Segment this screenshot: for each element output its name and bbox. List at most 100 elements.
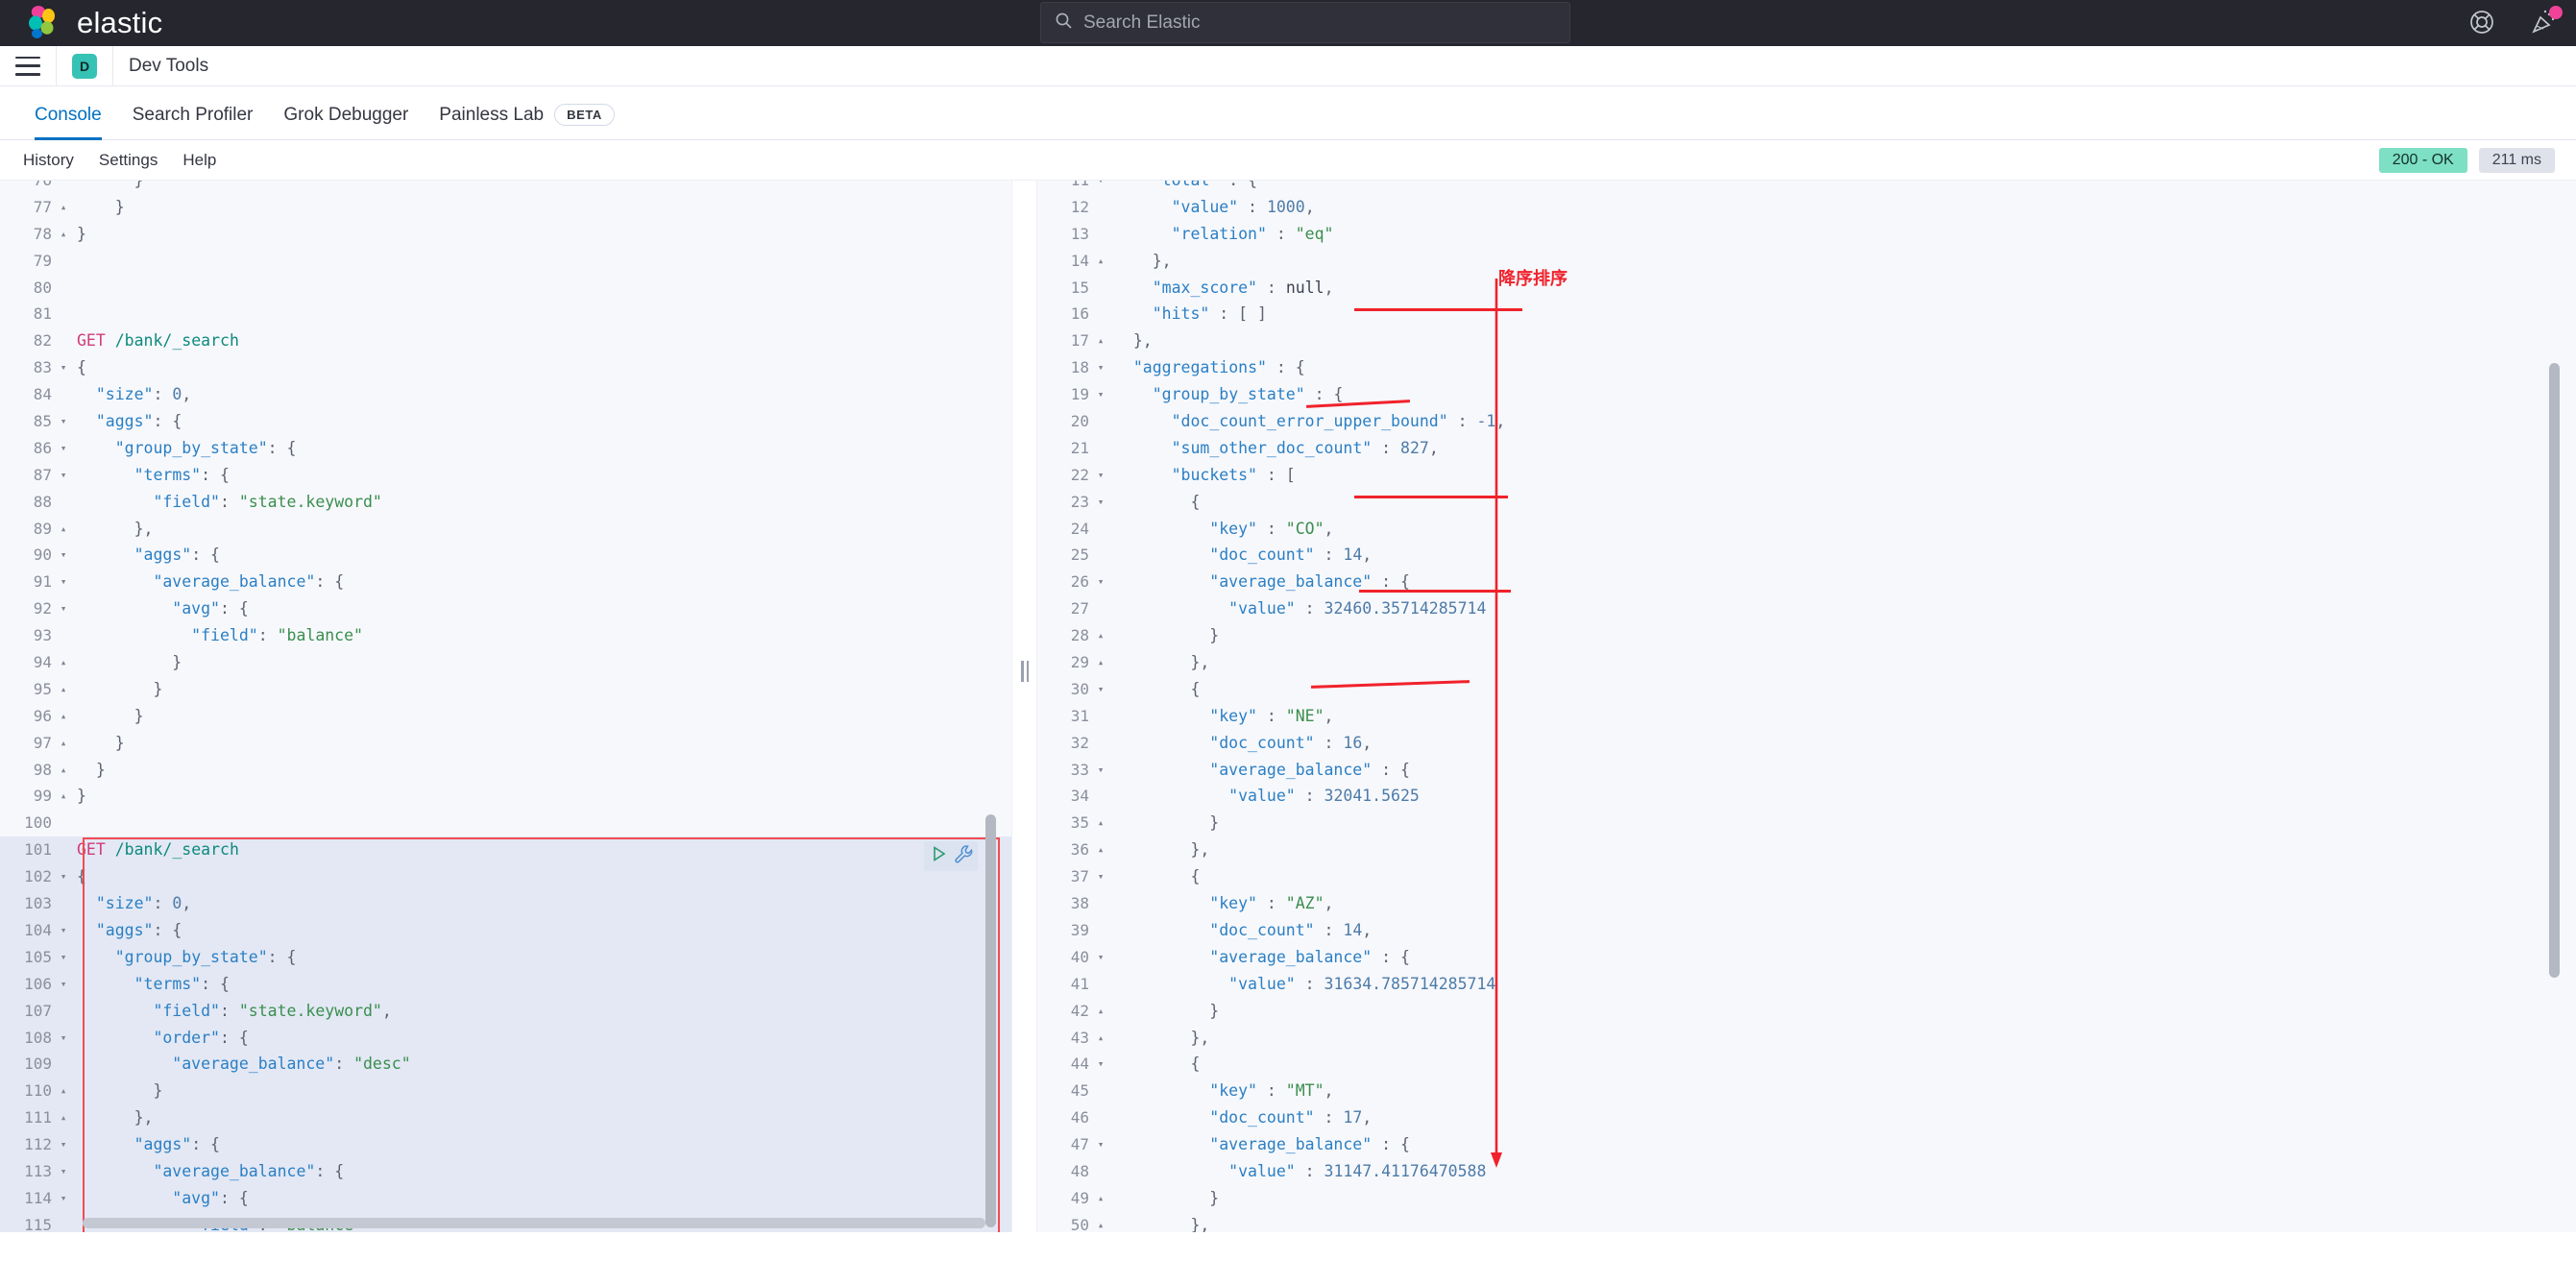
fold-toggle-icon[interactable]: ▾ xyxy=(1093,462,1108,489)
line-number: 82 xyxy=(0,327,56,354)
tab-console[interactable]: Console xyxy=(19,105,117,139)
request-actions[interactable] xyxy=(924,841,978,871)
fold-toggle-icon[interactable]: ▴ xyxy=(56,1104,71,1131)
panel-divider[interactable] xyxy=(1011,181,1036,1232)
response-output[interactable]: 11▾"total" : {12"value" : 1000,13"relati… xyxy=(1036,181,2576,1232)
fold-toggle-icon[interactable]: ▴ xyxy=(1093,649,1108,676)
fold-toggle-icon[interactable]: ▴ xyxy=(56,730,71,757)
request-editor[interactable]: 76}77▴}78▴}79808182GET /bank/_search83▾{… xyxy=(0,181,1011,1232)
fold-toggle-icon[interactable]: ▴ xyxy=(56,676,71,703)
code-line: 32"doc_count" : 16, xyxy=(1037,730,2576,757)
fold-toggle-icon[interactable]: ▴ xyxy=(1093,248,1108,275)
code-line: 105▾"group_by_state": { xyxy=(0,944,1011,971)
fold-toggle-icon[interactable]: ▾ xyxy=(56,917,71,944)
fold-toggle-icon[interactable]: ▾ xyxy=(56,863,71,890)
fold-toggle-icon[interactable]: ▴ xyxy=(56,757,71,784)
party-popper-icon[interactable] xyxy=(2530,9,2559,37)
fold-toggle-icon[interactable]: ▴ xyxy=(56,703,71,730)
code-text: "aggregations" : { xyxy=(1108,354,1305,381)
line-number: 50 xyxy=(1037,1212,1093,1232)
fold-toggle-icon[interactable]: ▾ xyxy=(56,354,71,381)
editor-vertical-scrollbar[interactable] xyxy=(985,814,996,1227)
hamburger-menu-icon[interactable] xyxy=(15,57,40,76)
line-number: 86 xyxy=(0,435,56,462)
fold-toggle-icon[interactable]: ▴ xyxy=(1093,836,1108,863)
fold-toggle-icon[interactable]: ▾ xyxy=(56,595,71,622)
fold-toggle-icon[interactable]: ▾ xyxy=(1093,757,1108,784)
breadcrumb[interactable]: Dev Tools xyxy=(129,56,208,77)
fold-toggle-icon[interactable]: ▴ xyxy=(1093,810,1108,836)
fold-toggle-icon[interactable]: ▾ xyxy=(56,1158,71,1185)
fold-toggle-icon[interactable]: ▾ xyxy=(1093,569,1108,595)
global-search[interactable] xyxy=(1040,2,1570,43)
fold-toggle-icon[interactable]: ▾ xyxy=(1093,354,1108,381)
brand-name: elastic xyxy=(77,6,162,40)
fold-toggle-icon[interactable]: ▴ xyxy=(1093,998,1108,1025)
line-number: 18 xyxy=(1037,354,1093,381)
app-avatar[interactable]: D xyxy=(72,54,97,79)
panel-resize-handle[interactable] xyxy=(1021,661,1029,682)
fold-toggle-icon[interactable]: ▴ xyxy=(1093,622,1108,649)
fold-toggle-icon[interactable]: ▾ xyxy=(56,1025,71,1052)
fold-toggle-icon[interactable]: ▾ xyxy=(1093,1131,1108,1158)
line-number: 110 xyxy=(0,1078,56,1104)
fold-toggle-icon[interactable]: ▾ xyxy=(1093,863,1108,890)
output-vertical-scrollbar[interactable] xyxy=(2549,363,2560,978)
code-text: "average_balance": "desc" xyxy=(71,1051,411,1078)
history-button[interactable]: History xyxy=(13,147,84,174)
fold-toggle-icon[interactable]: ▾ xyxy=(1093,1051,1108,1078)
code-text: "average_balance" : { xyxy=(1108,1131,1410,1158)
code-text: } xyxy=(1108,622,1219,649)
search-input[interactable] xyxy=(1083,12,1556,34)
fold-toggle-icon[interactable]: ▴ xyxy=(56,783,71,810)
fold-toggle-icon[interactable]: ▴ xyxy=(56,221,71,248)
fold-toggle-icon[interactable]: ▴ xyxy=(56,649,71,676)
tab-search-profiler[interactable]: Search Profiler xyxy=(117,105,269,139)
fold-toggle-icon[interactable]: ▾ xyxy=(1093,381,1108,408)
fold-toggle-icon[interactable]: ▾ xyxy=(1093,489,1108,516)
code-line: 12"value" : 1000, xyxy=(1037,194,2576,221)
code-line: 98▴} xyxy=(0,757,1011,784)
wrench-icon[interactable] xyxy=(953,843,974,869)
fold-toggle-icon[interactable]: ▴ xyxy=(1093,1185,1108,1212)
fold-toggle-icon[interactable]: ▾ xyxy=(56,1185,71,1212)
fold-toggle-icon[interactable]: ▾ xyxy=(56,435,71,462)
line-number: 15 xyxy=(1037,275,1093,302)
lifebuoy-help-icon[interactable] xyxy=(2468,9,2497,37)
fold-toggle-icon[interactable]: ▴ xyxy=(1093,1212,1108,1232)
code-text: "hits" : [ ] xyxy=(1108,301,1267,327)
fold-toggle-icon[interactable]: ▴ xyxy=(1093,1025,1108,1052)
fold-toggle-icon[interactable]: ▾ xyxy=(56,1131,71,1158)
line-number: 21 xyxy=(1037,435,1093,462)
code-line: 49▴} xyxy=(1037,1185,2576,1212)
fold-toggle-icon[interactable]: ▾ xyxy=(56,569,71,595)
fold-toggle-icon[interactable]: ▴ xyxy=(1093,327,1108,354)
settings-button[interactable]: Settings xyxy=(89,147,167,174)
code-text: } xyxy=(71,676,162,703)
play-triangle-icon[interactable] xyxy=(928,843,949,869)
code-line: 13"relation" : "eq" xyxy=(1037,221,2576,248)
fold-toggle-icon[interactable]: ▾ xyxy=(1093,676,1108,703)
code-line: 24"key" : "CO", xyxy=(1037,516,2576,543)
code-text: "average_balance": { xyxy=(71,1158,344,1185)
request-code[interactable]: 76}77▴}78▴}79808182GET /bank/_search83▾{… xyxy=(0,181,1011,1232)
fold-toggle-icon[interactable]: ▾ xyxy=(56,944,71,971)
fold-toggle-icon[interactable]: ▴ xyxy=(56,1078,71,1104)
fold-toggle-icon[interactable]: ▾ xyxy=(56,542,71,569)
editor-horizontal-scrollbar[interactable] xyxy=(83,1218,985,1228)
code-line: 42▴} xyxy=(1037,998,2576,1025)
line-number: 97 xyxy=(0,730,56,757)
fold-toggle-icon[interactable]: ▾ xyxy=(1093,181,1108,194)
fold-toggle-icon[interactable]: ▾ xyxy=(56,408,71,435)
fold-toggle-icon[interactable]: ▾ xyxy=(56,462,71,489)
line-number: 46 xyxy=(1037,1104,1093,1131)
fold-toggle-icon[interactable]: ▴ xyxy=(56,194,71,221)
line-number: 28 xyxy=(1037,622,1093,649)
fold-toggle-icon[interactable]: ▴ xyxy=(56,516,71,543)
line-number: 91 xyxy=(0,569,56,595)
tab-painless-lab[interactable]: Painless Lab BETA xyxy=(424,104,630,139)
fold-toggle-icon[interactable]: ▾ xyxy=(56,971,71,998)
help-button[interactable]: Help xyxy=(173,147,226,174)
tab-grok-debugger[interactable]: Grok Debugger xyxy=(268,105,424,139)
fold-toggle-icon[interactable]: ▾ xyxy=(1093,944,1108,971)
